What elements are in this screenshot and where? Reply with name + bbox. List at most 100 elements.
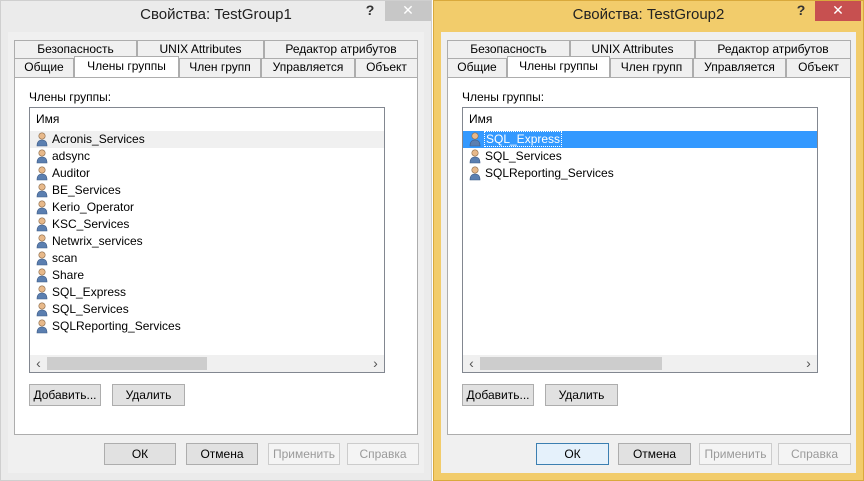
members-rows: SQL_Express SQL_Services SQLReporting_Serv… [463,131,817,182]
tab-members[interactable]: Члены группы [74,56,179,77]
properties-window-testgroup2: Свойства: TestGroup2 ? ✕ Безопасность UN… [433,0,864,481]
dialog-client: Безопасность UNIX Attributes Редактор ат… [441,32,856,473]
scrollbar-thumb[interactable] [480,357,662,370]
add-button[interactable]: Добавить... [462,384,534,406]
cancel-button[interactable]: Отмена [186,443,258,465]
list-item[interactable]: Acronis_Services [30,131,384,148]
scrollbar-thumb[interactable] [47,357,207,370]
member-name: SQL_Services [485,149,562,163]
user-icon [36,268,50,283]
tab-managed-by[interactable]: Управляется [261,58,355,77]
close-button[interactable]: ✕ [385,1,431,21]
list-item[interactable]: BE_Services [30,182,384,199]
member-name: Auditor [52,166,91,180]
members-panel: Члены группы: Имя SQL_Express SQL_Service… [447,77,851,435]
list-item[interactable]: Netwrix_services [30,233,384,250]
user-icon [36,217,50,232]
scroll-right-icon[interactable]: › [367,355,384,372]
scroll-left-icon[interactable]: ‹ [463,355,480,372]
member-name: KSC_Services [52,217,130,231]
user-icon [469,132,483,147]
list-item[interactable]: adsync [30,148,384,165]
member-name: SQL_Services [52,302,129,316]
user-icon [36,132,50,147]
list-item[interactable]: Share [30,267,384,284]
member-name: SQL_Express [483,131,563,147]
member-name: SQLReporting_Services [52,319,181,333]
title-bar[interactable]: Свойства: TestGroup1 ? ✕ [1,1,431,31]
close-icon: ✕ [402,2,414,18]
user-icon [36,319,50,334]
tab-general[interactable]: Общие [447,58,507,77]
list-item[interactable]: Auditor [30,165,384,182]
scroll-right-icon[interactable]: › [800,355,817,372]
user-icon [36,166,50,181]
dialog-client: Безопасность UNIX Attributes Редактор ат… [8,32,424,473]
user-icon [36,302,50,317]
member-name: adsync [52,149,91,163]
list-item[interactable]: SQL_Services [463,148,817,165]
tab-row-lower: Общие Члены группы Член групп Управляетс… [447,56,851,77]
user-icon [36,234,50,249]
list-item[interactable]: KSC_Services [30,216,384,233]
column-header-name[interactable]: Имя [463,108,817,130]
close-button[interactable]: ✕ [815,1,861,21]
tab-object[interactable]: Объект [786,58,851,77]
scroll-left-icon[interactable]: ‹ [30,355,47,372]
user-icon [36,149,50,164]
remove-button[interactable]: Удалить [112,384,185,406]
help-title-button[interactable]: ? [357,1,383,21]
close-icon: ✕ [832,2,844,18]
list-item[interactable]: SQLReporting_Services [463,165,817,182]
tab-attribute-editor[interactable]: Редактор атрибутов [695,40,851,59]
help-button[interactable]: Справка [778,443,851,465]
user-icon [469,166,483,181]
user-icon [469,149,483,164]
ok-button[interactable]: ОК [536,443,609,465]
list-item[interactable]: SQL_Express [463,131,817,148]
help-title-button[interactable]: ? [788,1,814,21]
tab-managed-by[interactable]: Управляется [693,58,786,77]
member-name: Acronis_Services [52,132,145,146]
list-item[interactable]: scan [30,250,384,267]
member-name: SQLReporting_Services [485,166,614,180]
member-name: SQL_Express [52,285,127,299]
remove-button[interactable]: Удалить [545,384,618,406]
horizontal-scrollbar[interactable]: ‹ › [30,355,384,372]
horizontal-scrollbar[interactable]: ‹ › [463,355,817,372]
member-name: Kerio_Operator [52,200,135,214]
properties-window-testgroup1: Свойства: TestGroup1 ? ✕ Безопасность UN… [0,0,432,481]
column-header-name[interactable]: Имя [30,108,384,130]
cancel-button[interactable]: Отмена [618,443,691,465]
apply-button[interactable]: Применить [268,443,340,465]
tab-object[interactable]: Объект [355,58,418,77]
add-button[interactable]: Добавить... [29,384,101,406]
tab-member-of[interactable]: Член групп [179,58,261,77]
member-name: Netwrix_services [52,234,143,248]
members-list[interactable]: Имя SQL_Express SQL_Services SQLReporting_… [462,107,818,373]
apply-button[interactable]: Применить [699,443,772,465]
members-panel: Члены группы: Имя Acronis_Services adsync… [14,77,418,435]
help-button[interactable]: Справка [347,443,419,465]
ok-button[interactable]: ОК [104,443,176,465]
user-icon [36,200,50,215]
members-list[interactable]: Имя Acronis_Servicesadsync Auditor BE_Serv… [29,107,385,373]
list-item[interactable]: SQLReporting_Services [30,318,384,335]
member-name: Share [52,268,85,282]
user-icon [36,251,50,266]
user-icon [36,285,50,300]
members-label: Члены группы: [462,90,545,104]
list-item[interactable]: SQL_Services [30,301,384,318]
user-icon [36,183,50,198]
list-item[interactable]: SQL_Express [30,284,384,301]
list-item[interactable]: Kerio_Operator [30,199,384,216]
member-name: BE_Services [52,183,121,197]
tab-general[interactable]: Общие [14,58,74,77]
tab-member-of[interactable]: Член групп [610,58,693,77]
title-bar[interactable]: Свойства: TestGroup2 ? ✕ [434,1,863,31]
tab-members[interactable]: Члены группы [507,56,610,77]
member-name: scan [52,251,78,265]
members-rows: Acronis_Servicesadsync Auditor BE_Services… [30,131,384,335]
tab-attribute-editor[interactable]: Редактор атрибутов [264,40,418,59]
tab-row-lower: Общие Члены группы Член групп Управляетс… [14,56,418,77]
